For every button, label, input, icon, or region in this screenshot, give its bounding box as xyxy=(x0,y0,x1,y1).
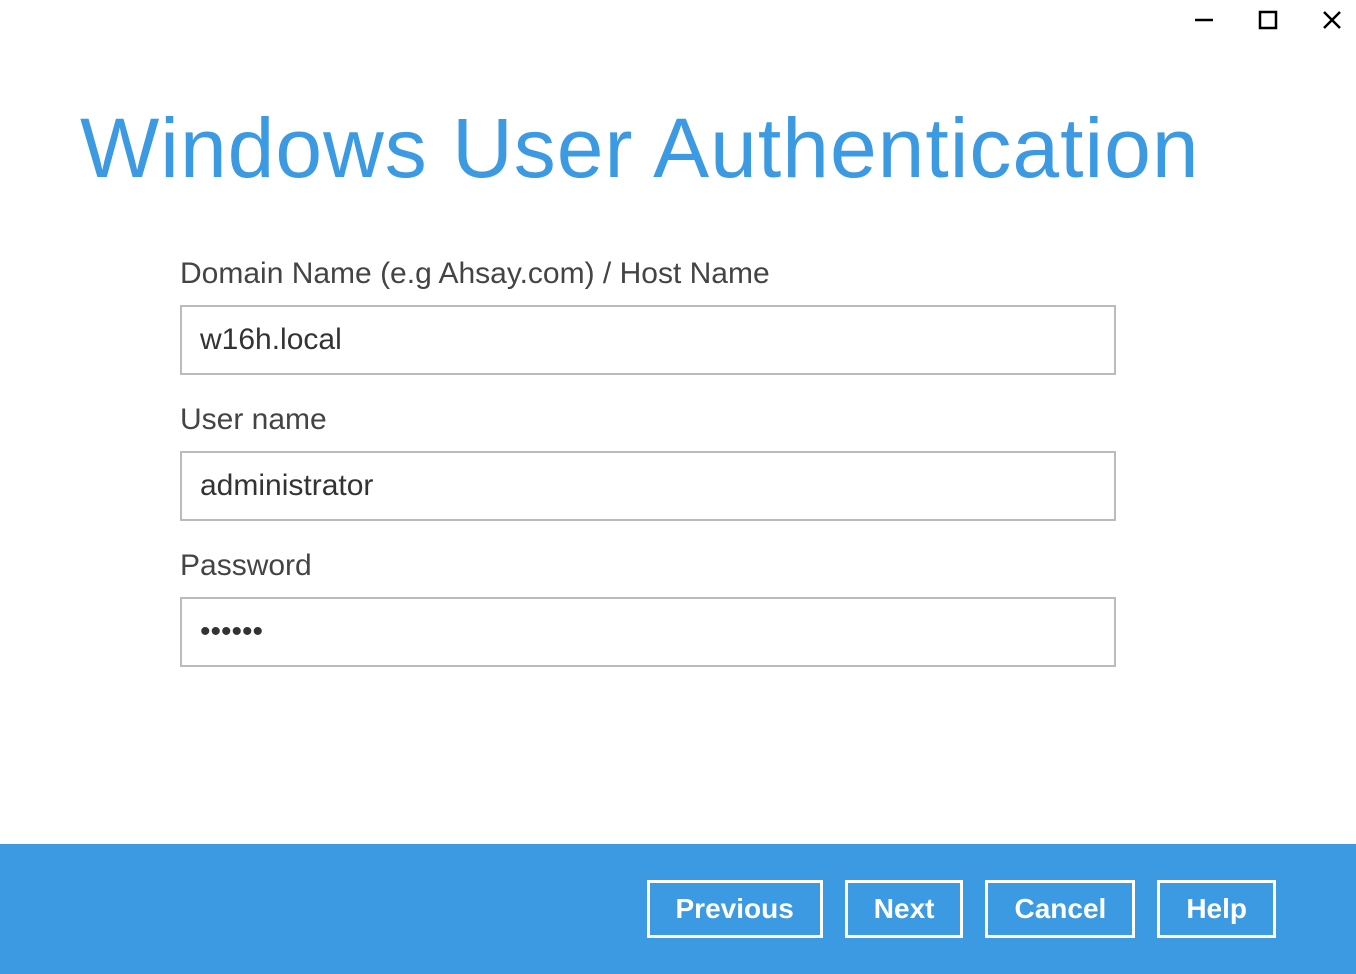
username-input[interactable] xyxy=(180,451,1116,521)
password-label: Password xyxy=(180,549,1116,583)
auth-form: Domain Name (e.g Ahsay.com) / Host Name … xyxy=(80,257,1276,667)
close-button[interactable] xyxy=(1320,8,1344,32)
minimize-icon xyxy=(1193,9,1215,31)
help-button[interactable]: Help xyxy=(1157,880,1276,938)
domain-input[interactable] xyxy=(180,305,1116,375)
username-field-group: User name xyxy=(180,403,1116,521)
minimize-button[interactable] xyxy=(1192,8,1216,32)
maximize-button[interactable] xyxy=(1256,8,1280,32)
page-title: Windows User Authentication xyxy=(80,100,1276,197)
footer-bar: Previous Next Cancel Help xyxy=(0,844,1356,974)
maximize-icon xyxy=(1257,9,1279,31)
next-button[interactable]: Next xyxy=(845,880,964,938)
password-input[interactable] xyxy=(180,597,1116,667)
cancel-button[interactable]: Cancel xyxy=(985,880,1135,938)
main-content: Windows User Authentication Domain Name … xyxy=(0,0,1356,667)
domain-label: Domain Name (e.g Ahsay.com) / Host Name xyxy=(180,257,1116,291)
domain-field-group: Domain Name (e.g Ahsay.com) / Host Name xyxy=(180,257,1116,375)
previous-button[interactable]: Previous xyxy=(647,880,823,938)
password-field-group: Password xyxy=(180,549,1116,667)
window-controls xyxy=(1192,8,1344,32)
username-label: User name xyxy=(180,403,1116,437)
close-icon xyxy=(1321,9,1343,31)
